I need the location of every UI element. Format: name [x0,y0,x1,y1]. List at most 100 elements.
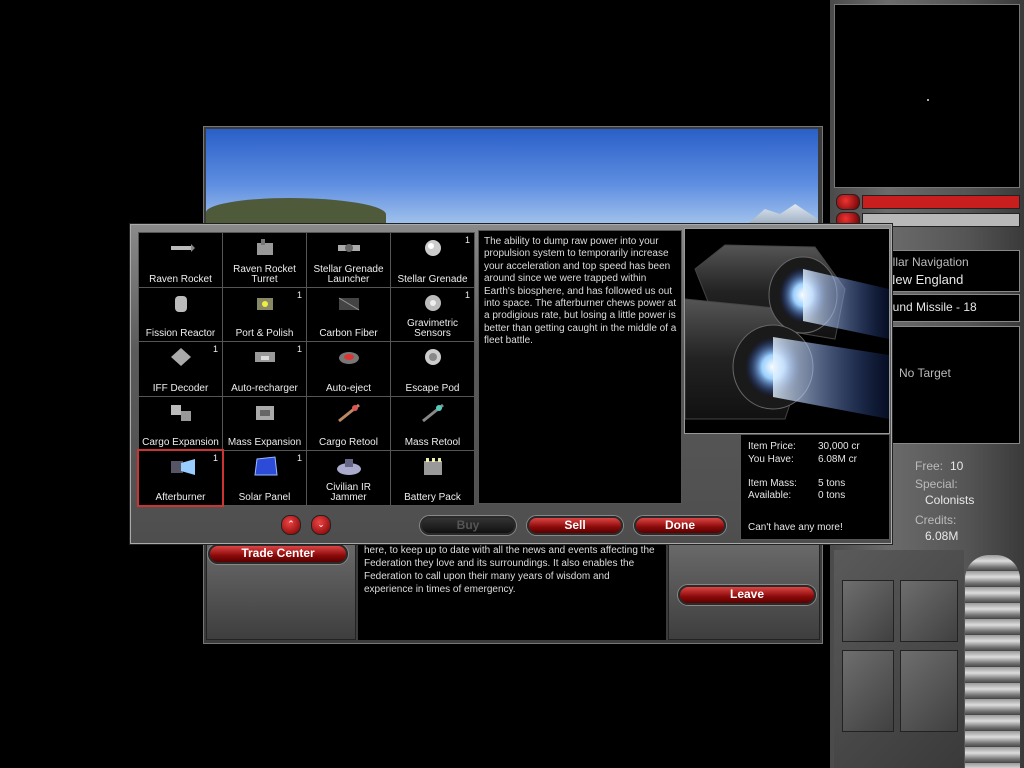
item-quantity: 1 [296,344,302,355]
item-name: Battery Pack [404,491,461,503]
have-value: 6.08M cr [818,454,857,465]
polish-icon [251,292,279,314]
special-label: Special: [915,477,958,491]
decoder-icon [167,346,195,368]
item-name: Auto-recharger [231,382,298,394]
reactor-icon [167,292,195,314]
trade-center-button[interactable]: Trade Center [208,544,348,564]
item-name: Carbon Fiber [319,328,378,340]
item-slot[interactable]: 1 Solar Panel [222,450,307,506]
shield-button[interactable] [836,194,860,210]
item-name: Raven Rocket Turret [233,263,296,285]
cargo-icon [167,401,195,423]
item-quantity: 1 [464,289,470,300]
eject-icon [335,346,363,368]
sensor-icon [419,292,447,314]
leave-button[interactable]: Leave [678,585,816,605]
sell-button[interactable]: Sell [527,516,623,535]
item-name: Stellar Grenade Launcher [313,263,384,285]
item-name: Stellar Grenade [397,273,468,285]
item-slot[interactable]: Cargo Expansion [138,395,223,452]
have-label: You Have: [748,454,794,465]
buy-button[interactable]: Buy [420,516,516,535]
item-name: Cargo Expansion [142,437,219,449]
coolant-pipe [965,555,1020,768]
mass-value: 5 tons [818,478,846,489]
turret-icon [251,237,279,259]
launcher-icon [335,237,363,259]
price-label: Item Price: [748,441,796,452]
radar-display [834,4,1020,188]
scroll-up-button[interactable]: ⌃ [281,515,301,535]
item-info-panel: Item Price: 30,000 cr You Have: 6.08M cr… [740,434,890,540]
item-name: Mass Expansion [227,437,302,449]
mass-retool-icon [419,401,447,423]
item-slot[interactable]: Fission Reactor [138,286,223,343]
item-name: Fission Reactor [145,328,216,340]
item-slot[interactable]: Escape Pod [390,341,475,397]
item-name: Civilian IR Jammer [325,481,371,503]
item-slot[interactable]: 1 Afterburner [137,449,224,507]
item-name: Auto-eject [325,382,372,394]
item-slot[interactable]: 1 Gravimetric Sensors [390,286,475,343]
item-slot[interactable]: Carbon Fiber [306,286,391,343]
item-quantity: 1 [212,344,218,355]
item-name: Afterburner [155,491,206,503]
afterburner-icon [167,455,195,477]
afterburner-preview-image [685,229,889,433]
carbon-fiber-icon [335,292,363,314]
item-slot[interactable]: Mass Expansion [222,395,307,452]
item-name: Solar Panel [238,491,291,503]
item-slot[interactable]: 1 Auto-recharger [222,341,307,397]
news-text: here, to keep up to date with all the ne… [364,545,655,595]
hull-plating [834,550,964,768]
item-name: Port & Polish [235,328,294,340]
item-slot[interactable]: Auto-eject [306,341,391,397]
item-slot[interactable]: 1 Port & Polish [222,286,307,343]
credits-value: 6.08M [925,529,959,543]
item-grid: Raven Rocket Raven Rocket Turret Stellar G… [137,232,475,507]
special-value: Colonists [925,493,975,507]
solar-panel-icon [251,455,279,477]
item-slot[interactable]: 1 IFF Decoder [138,341,223,397]
weapon-name: ound Missile - 18 [886,300,977,314]
item-slot[interactable]: Civilian IR Jammer [306,450,391,506]
item-name: Gravimetric Sensors [406,318,459,340]
item-slot[interactable]: Mass Retool [390,395,475,452]
item-slot[interactable]: Battery Pack [390,450,475,506]
free-value: 10 [950,459,964,473]
item-quantity: 1 [296,289,302,300]
item-slot[interactable]: Cargo Retool [306,395,391,452]
done-button[interactable]: Done [634,516,726,535]
price-value: 30,000 cr [818,441,860,452]
item-name: IFF Decoder [152,382,209,394]
item-slot[interactable]: 1 Stellar Grenade [390,232,475,288]
item-name: Escape Pod [405,382,460,394]
item-quantity: 1 [212,453,218,464]
radar-blip [927,99,929,101]
purchase-status: Can't have any more! [748,522,843,533]
jammer-icon [335,455,363,477]
target-status: No Target [899,366,951,380]
free-label: Free: [915,459,944,473]
item-name: Mass Retool [404,437,461,449]
escape-pod-icon [419,346,447,368]
shield-bar [862,195,1020,209]
mass-icon [251,401,279,423]
mass-label: Item Mass: [748,478,797,489]
grenade-icon [419,237,447,259]
item-slot[interactable]: Raven Rocket Turret [222,232,307,288]
available-label: Available: [748,490,792,501]
credits-label: Credits: [915,513,957,527]
available-value: 0 tons [818,490,846,501]
item-slot[interactable]: Raven Rocket [138,232,223,288]
scroll-down-button[interactable]: ⌄ [311,515,331,535]
item-preview [684,228,890,434]
nav-title: ellar Navigation [886,255,969,269]
item-name: Cargo Retool [319,437,378,449]
item-slot[interactable]: Stellar Grenade Launcher [306,232,391,288]
cargo-retool-icon [335,401,363,423]
item-description: The ability to dump raw power into your … [484,236,677,347]
rocket-icon [167,237,195,259]
recharger-icon [251,346,279,368]
